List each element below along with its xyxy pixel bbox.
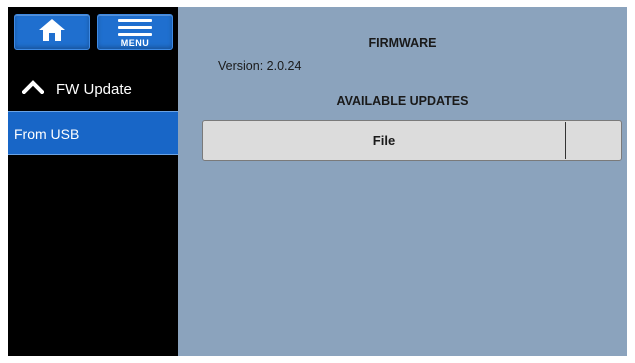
secondary-column-header[interactable]	[566, 121, 621, 160]
sidebar-item-fw-update-label: FW Update	[56, 80, 132, 98]
menu-button[interactable]: MENU	[97, 14, 173, 50]
available-updates-heading: AVAILABLE UPDATES	[336, 94, 469, 108]
home-icon	[38, 18, 66, 47]
hamburger-menu-icon	[118, 18, 152, 36]
firmware-version: Version: 2.0.24	[218, 59, 302, 73]
file-column-header[interactable]: File	[203, 121, 565, 160]
home-button[interactable]	[14, 14, 90, 50]
sidebar-item-from-usb-label: From USB	[14, 126, 80, 142]
chevron-up-icon	[21, 80, 56, 98]
updates-table-header: File	[202, 120, 622, 161]
menu-label: MENU	[120, 37, 150, 48]
sidebar-item-from-usb[interactable]: From USB	[8, 111, 178, 155]
page-title: FIRMWARE	[368, 36, 437, 50]
sidebar-item-fw-update[interactable]: FW Update	[8, 69, 178, 109]
sidebar: MENU FW Update From USB	[8, 7, 178, 356]
app-screen: MENU FW Update From USB FIRMWARE Version…	[8, 7, 627, 356]
